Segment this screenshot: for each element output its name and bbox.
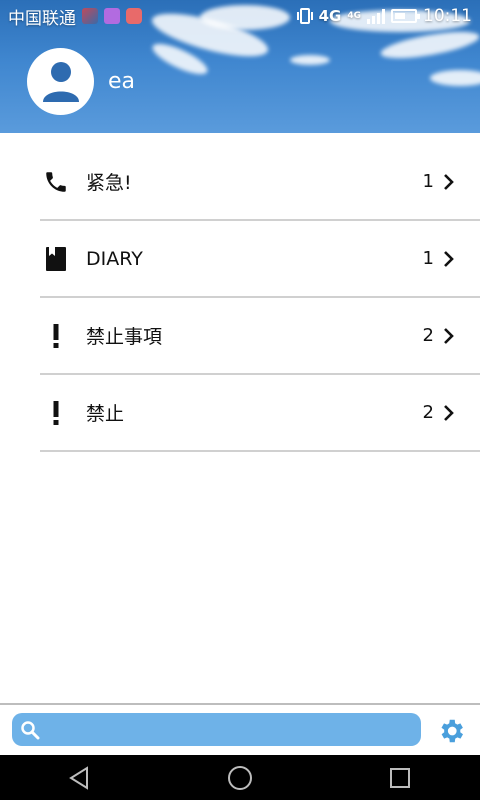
list-item-label: 紧急! — [86, 172, 132, 194]
network-type: 4G — [318, 7, 342, 25]
list-item-count: 2 — [422, 402, 434, 423]
cloud — [430, 70, 480, 86]
notification-app-icon — [82, 8, 98, 24]
list-item-count: 1 — [422, 171, 434, 192]
back-button[interactable] — [60, 758, 100, 798]
status-left: 中国联通 — [8, 4, 142, 29]
network-type-small: 4G — [347, 11, 361, 21]
profile-header: 中国联通 4G 4G 10:11 ea — [0, 0, 480, 133]
exclamation-icon — [42, 322, 70, 350]
clock: 10:11 — [423, 6, 472, 26]
notification-app-icon — [126, 8, 142, 24]
avatar[interactable] — [27, 48, 94, 115]
exclamation-icon — [42, 399, 70, 427]
vibrate-icon — [296, 8, 313, 24]
list-item-label: 禁止 — [86, 403, 125, 425]
phone-icon — [42, 168, 70, 196]
list-item-count: 1 — [422, 248, 434, 269]
book-icon — [42, 245, 70, 273]
chevron-right-icon — [444, 173, 454, 190]
chevron-right-icon — [444, 250, 454, 267]
list-item[interactable]: DIARY 1 — [0, 221, 480, 296]
back-triangle-icon — [69, 765, 88, 790]
carrier-label: 中国联通 — [8, 8, 76, 29]
cloud — [290, 55, 330, 65]
cloud — [379, 26, 480, 64]
home-button[interactable] — [220, 758, 260, 798]
divider — [40, 450, 480, 452]
system-navigation-bar — [0, 755, 480, 800]
bottom-divider — [0, 703, 480, 705]
notification-mail-icon — [104, 8, 120, 24]
list-item[interactable]: 禁止 2 — [0, 375, 480, 450]
search-icon — [21, 721, 40, 740]
recents-button[interactable] — [380, 758, 420, 798]
search-bar[interactable] — [12, 713, 421, 746]
list-item[interactable]: 禁止事項 2 — [0, 298, 480, 373]
battery-icon — [391, 9, 420, 23]
status-bar: 中国联通 4G 4G 10:11 — [0, 0, 480, 32]
list-item-label: DIARY — [86, 247, 143, 270]
list-item[interactable]: 紧急! 1 — [0, 144, 480, 219]
person-icon — [42, 61, 79, 102]
status-right: 4G 4G 10:11 — [296, 6, 472, 26]
signal-icon — [367, 8, 385, 24]
username: ea — [108, 69, 136, 94]
profile[interactable]: ea — [27, 48, 135, 115]
chevron-right-icon — [444, 327, 454, 344]
chevron-right-icon — [444, 404, 454, 421]
home-circle-icon — [228, 765, 252, 790]
list-item-label: 禁止事項 — [86, 326, 163, 348]
gear-icon[interactable] — [436, 716, 466, 746]
recents-square-icon — [390, 767, 410, 788]
search-input[interactable] — [48, 717, 412, 743]
category-list: 紧急! 1 DIARY 1 禁止事項 2 禁止 2 — [0, 144, 480, 452]
list-item-count: 2 — [422, 325, 434, 346]
